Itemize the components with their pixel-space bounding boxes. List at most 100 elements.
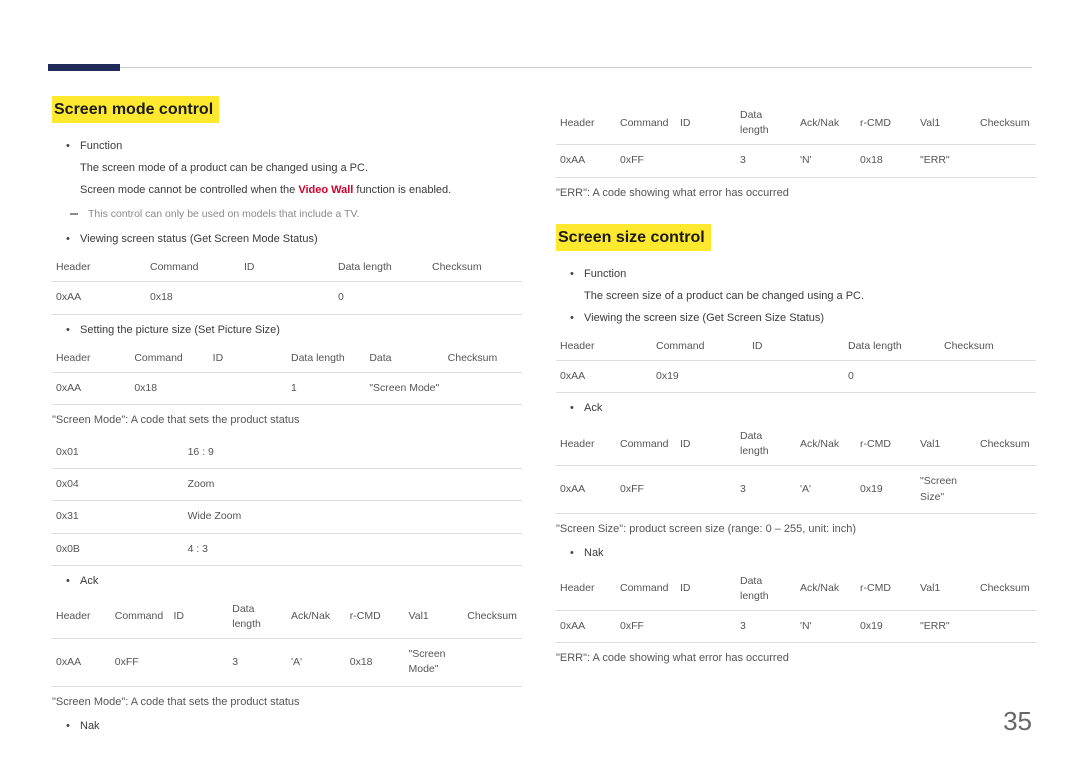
- function-text-2-pre: Screen mode cannot be controlled when th…: [80, 184, 298, 196]
- td: 0x19: [856, 466, 916, 513]
- err-note: "ERR": A code showing what error has occ…: [556, 186, 1036, 202]
- td: 0xFF: [616, 611, 676, 643]
- td: 'N': [796, 611, 856, 643]
- th: r-CMD: [856, 102, 916, 145]
- td: 0x19: [652, 360, 748, 392]
- nak-label: Nak: [52, 719, 522, 735]
- th: Checksum: [428, 254, 522, 282]
- td: [170, 639, 229, 686]
- td: 0xFF: [616, 145, 676, 177]
- th: Ack/Nak: [796, 423, 856, 466]
- right-column: Header Command ID Data length Ack/Nak r-…: [556, 96, 1036, 675]
- td: 0xFF: [111, 639, 170, 686]
- td: 'A': [287, 639, 346, 686]
- table-row: Header Command ID Data length Checksum: [52, 254, 522, 282]
- td: "Screen Mode": [365, 372, 443, 404]
- td: 0x31: [52, 501, 184, 533]
- screen-mode-code-note: "Screen Mode": A code that sets the prod…: [52, 413, 522, 429]
- function-text-1: The screen mode of a product can be chan…: [52, 161, 522, 177]
- table-row: Header Command ID Data length Ack/Nak r-…: [556, 102, 1036, 145]
- th: Data length: [334, 254, 428, 282]
- table-row: 0xAA 0xFF 3 'N' 0x18 "ERR": [556, 145, 1036, 177]
- td: 0: [334, 282, 428, 314]
- table-row: 0x0B4 : 3: [52, 533, 522, 565]
- th: Data length: [287, 345, 365, 373]
- td: 0xAA: [556, 360, 652, 392]
- header-accent: [48, 64, 120, 71]
- td: Wide Zoom: [184, 501, 522, 533]
- td: [976, 466, 1036, 513]
- td: [676, 611, 736, 643]
- table-row: Header Command ID Data length Ack/Nak r-…: [556, 568, 1036, 611]
- th: Header: [556, 102, 616, 145]
- td: 3: [228, 639, 287, 686]
- table-row: Header Command ID Data length Ack/Nak r-…: [556, 423, 1036, 466]
- function-label: Function: [52, 139, 522, 155]
- table-size-view: Header Command ID Data length Checksum 0…: [556, 333, 1036, 393]
- table-row: Header Command ID Data length Data Check…: [52, 345, 522, 373]
- table-row: 0xAA 0xFF 3 'A' 0x18 "Screen Mode": [52, 639, 522, 686]
- table-size-ack: Header Command ID Data length Ack/Nak r-…: [556, 423, 1036, 514]
- th: ID: [676, 102, 736, 145]
- heading-screen-mode: Screen mode control: [52, 96, 219, 123]
- td: 1: [287, 372, 365, 404]
- set-size-label: Setting the picture size (Set Picture Si…: [52, 323, 522, 339]
- size-view-label: Viewing the screen size (Get Screen Size…: [556, 311, 1036, 327]
- td: [676, 466, 736, 513]
- td: 0xAA: [556, 145, 616, 177]
- th: r-CMD: [856, 568, 916, 611]
- th: Data length: [228, 596, 287, 639]
- th: Val1: [916, 423, 976, 466]
- screen-mode-code-note-2: "Screen Mode": A code that sets the prod…: [52, 695, 522, 711]
- th: Checksum: [976, 102, 1036, 145]
- size-ack-label: Ack: [556, 401, 1036, 417]
- th: ID: [170, 596, 229, 639]
- table-row: 0xAA 0x19 0: [556, 360, 1036, 392]
- left-column: Screen mode control Function The screen …: [52, 96, 522, 740]
- video-wall-keyword: Video Wall: [298, 184, 353, 196]
- td: [240, 282, 334, 314]
- table-row: Header Command ID Data length Checksum: [556, 333, 1036, 361]
- td: 0x18: [346, 639, 405, 686]
- table-size-nak: Header Command ID Data length Ack/Nak r-…: [556, 568, 1036, 644]
- td: 0xAA: [52, 639, 111, 686]
- td: 3: [736, 611, 796, 643]
- table-row: 0x0116 : 9: [52, 437, 522, 469]
- size-function-text: The screen size of a product can be chan…: [556, 289, 1036, 305]
- th: Command: [146, 254, 240, 282]
- th: Val1: [405, 596, 464, 639]
- th: Header: [52, 345, 130, 373]
- err-note-2: "ERR": A code showing what error has occ…: [556, 651, 1036, 667]
- td: 0x0B: [52, 533, 184, 565]
- td: [676, 145, 736, 177]
- td: 0xAA: [52, 372, 130, 404]
- th: Data length: [736, 102, 796, 145]
- th: Header: [556, 333, 652, 361]
- td: [444, 372, 522, 404]
- td: "Screen Size": [916, 466, 976, 513]
- th: Data: [365, 345, 443, 373]
- td: 3: [736, 466, 796, 513]
- table-row: 0xAA 0xFF 3 'N' 0x19 "ERR": [556, 611, 1036, 643]
- td: 3: [736, 145, 796, 177]
- th: Command: [616, 102, 676, 145]
- function-text-2: Screen mode cannot be controlled when th…: [52, 183, 522, 199]
- table-codes: 0x0116 : 9 0x04Zoom 0x31Wide Zoom 0x0B4 …: [52, 437, 522, 566]
- th: Ack/Nak: [796, 568, 856, 611]
- th: Command: [616, 568, 676, 611]
- table-row: 0xAA 0x18 0: [52, 282, 522, 314]
- th: Ack/Nak: [796, 102, 856, 145]
- th: ID: [240, 254, 334, 282]
- th: Ack/Nak: [287, 596, 346, 639]
- heading-screen-size: Screen size control: [556, 224, 711, 251]
- td: Zoom: [184, 469, 522, 501]
- table-row: Header Command ID Data length Ack/Nak r-…: [52, 596, 522, 639]
- table-ack: Header Command ID Data length Ack/Nak r-…: [52, 596, 522, 687]
- td: "ERR": [916, 611, 976, 643]
- tv-note: This control can only be used on models …: [52, 207, 522, 222]
- td: [976, 145, 1036, 177]
- td: [209, 372, 287, 404]
- th: Command: [130, 345, 208, 373]
- td: [940, 360, 1036, 392]
- td: 0: [844, 360, 940, 392]
